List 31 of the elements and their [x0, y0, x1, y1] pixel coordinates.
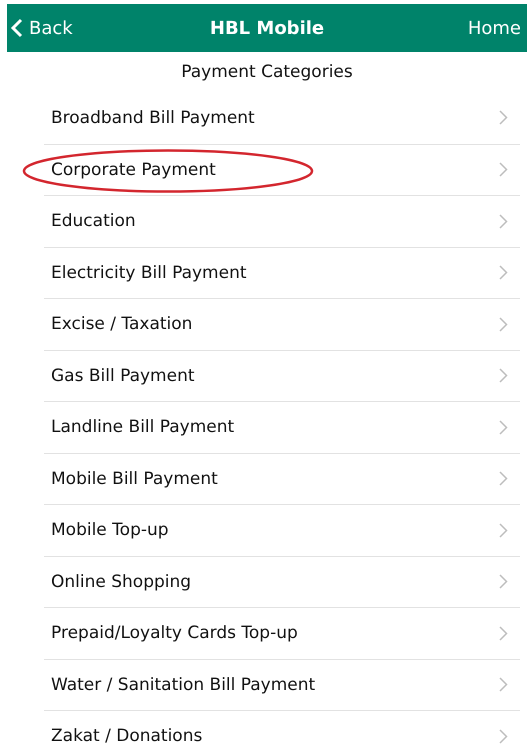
chevron-right-icon: [499, 368, 508, 384]
category-item[interactable]: Corporate Payment: [44, 144, 520, 195]
chevron-right-icon: [499, 265, 508, 280]
chevron-right-icon: [499, 677, 508, 692]
category-item[interactable]: Online Shopping: [44, 556, 520, 607]
chevron-right-icon: [499, 162, 508, 178]
category-item[interactable]: Broadband Bill Payment: [44, 92, 520, 144]
home-button[interactable]: Home: [468, 18, 521, 38]
chevron-right-icon: [499, 471, 508, 486]
category-item[interactable]: Electricity Bill Payment: [44, 246, 520, 298]
category-item[interactable]: Zakat / Donations: [44, 710, 520, 750]
category-item[interactable]: Prepaid/Loyalty Cards Top-up: [44, 607, 520, 658]
category-item[interactable]: Mobile Top-up: [44, 504, 520, 556]
back-button[interactable]: Back: [11, 18, 73, 38]
category-item[interactable]: Landline Bill Payment: [44, 401, 520, 452]
chevron-right-icon: [499, 316, 508, 332]
back-chevron-icon: [11, 18, 23, 38]
category-item[interactable]: Mobile Bill Payment: [44, 452, 520, 504]
chevron-right-icon: [499, 728, 508, 744]
chevron-right-icon: [499, 574, 508, 590]
app-title: HBL Mobile: [210, 18, 324, 38]
chevron-right-icon: [499, 626, 508, 641]
category-item[interactable]: Gas Bill Payment: [44, 350, 520, 401]
category-item[interactable]: Water / Sanitation Bill Payment: [44, 658, 520, 710]
chevron-right-icon: [499, 522, 508, 538]
chevron-right-icon: [499, 420, 508, 435]
category-item[interactable]: Education: [44, 195, 520, 246]
chevron-right-icon: [499, 110, 508, 126]
category-item[interactable]: Excise / Taxation: [44, 298, 520, 350]
chevron-right-icon: [499, 214, 508, 229]
section-title: Payment Categories: [180, 61, 354, 84]
